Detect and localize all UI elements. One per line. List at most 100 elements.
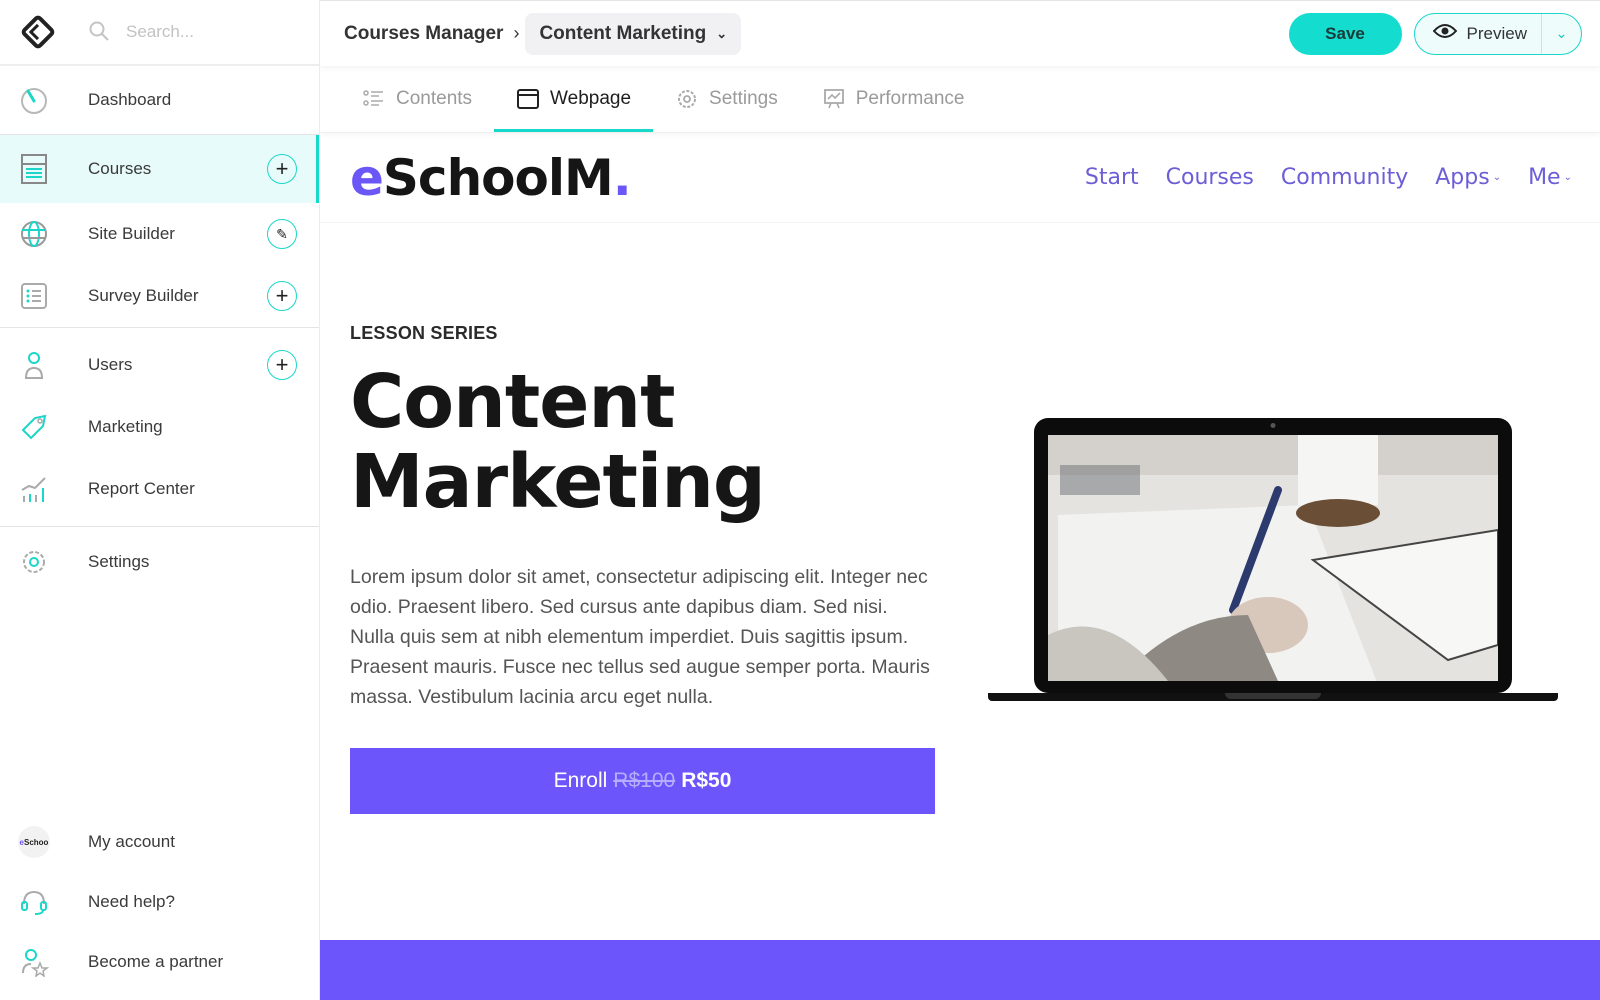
- sidebar-item-label: Users: [88, 355, 133, 374]
- sidebar-item-marketing[interactable]: Marketing: [0, 396, 319, 458]
- sidebar-item-become-partner[interactable]: Become a partner: [0, 932, 319, 992]
- sidebar-item-my-account[interactable]: e Schoo My account: [0, 812, 319, 872]
- headset-icon: [17, 885, 51, 919]
- gear-icon: [675, 87, 699, 111]
- preview-label: Preview: [1466, 23, 1527, 43]
- site-logo-e: e: [350, 148, 384, 207]
- plus-icon: +: [275, 283, 289, 308]
- course-title-line1: Content: [350, 359, 675, 445]
- topbar: Courses Manager › Content Marketing ⌄ Sa…: [320, 0, 1600, 66]
- site-nav-label: Start: [1084, 165, 1139, 190]
- save-button[interactable]: Save: [1288, 12, 1402, 55]
- avatar-wrapper: e Schoo: [17, 825, 51, 859]
- site-nav-me[interactable]: Me ⌄: [1528, 165, 1572, 190]
- sidebar-item-label: Courses: [88, 159, 152, 178]
- users-icon: [17, 348, 51, 382]
- site-nav-community[interactable]: Community: [1281, 165, 1408, 190]
- course-title: Content Marketing: [350, 362, 930, 522]
- partner-icon: [17, 945, 51, 979]
- sidebar-group-settings: Settings: [0, 531, 319, 593]
- chevron-down-icon: ⌄: [1555, 25, 1568, 41]
- tab-label: Performance: [855, 88, 965, 109]
- course-selector-dropdown[interactable]: Content Marketing ⌄: [525, 12, 742, 55]
- course-title-line2: Marketing: [350, 439, 766, 525]
- chevron-down-icon: ⌄: [1563, 172, 1572, 183]
- enroll-button[interactable]: Enroll R$100 R$50: [350, 748, 935, 814]
- plus-icon: +: [275, 156, 289, 181]
- site-nav-start[interactable]: Start: [1085, 165, 1139, 190]
- site-nav-courses[interactable]: Courses: [1166, 165, 1254, 190]
- gear-icon: [17, 545, 51, 579]
- window-icon: [516, 87, 540, 111]
- app-logo-icon[interactable]: [18, 12, 58, 52]
- list-icon: [362, 87, 386, 111]
- site-nav-label: Community: [1280, 165, 1409, 190]
- sidebar-item-site-builder[interactable]: Site Builder ✎: [0, 203, 319, 265]
- preview-button[interactable]: Preview: [1415, 14, 1541, 54]
- avatar: e Schoo: [18, 826, 50, 858]
- sidebar-item-report-center[interactable]: Report Center: [0, 458, 319, 520]
- sidebar-item-settings[interactable]: Settings: [0, 531, 319, 593]
- sidebar-item-survey-builder[interactable]: Survey Builder +: [0, 265, 319, 327]
- preview-button-group: Preview ⌄: [1413, 12, 1582, 55]
- sidebar-group-build: Courses + Site Builder ✎ Survey Builder …: [0, 135, 319, 328]
- sidebar-item-label: Need help?: [88, 892, 175, 911]
- site-nav-label: Me: [1528, 165, 1561, 190]
- site-logo-text: SchoolM: [382, 148, 614, 207]
- sidebar-group-main: Dashboard: [0, 66, 319, 135]
- sidebar-item-need-help[interactable]: Need help?: [0, 872, 319, 932]
- sidebar-item-label: Site Builder: [88, 224, 175, 243]
- footer-band: [320, 940, 1600, 1000]
- sidebar-item-courses[interactable]: Courses +: [0, 135, 319, 203]
- report-icon: [17, 472, 51, 506]
- sidebar-item-label: Dashboard: [88, 90, 172, 109]
- sidebar-item-users[interactable]: Users +: [0, 334, 319, 396]
- sidebar-item-label: Survey Builder: [88, 286, 199, 305]
- pencil-icon: ✎: [276, 226, 288, 242]
- laptop-base: [988, 693, 1558, 701]
- laptop-notch: [1225, 693, 1321, 699]
- preview-options-dropdown[interactable]: ⌄: [1541, 13, 1581, 54]
- tab-performance[interactable]: Performance: [800, 66, 987, 132]
- sidebar-item-label: Report Center: [88, 479, 195, 498]
- search-input[interactable]: [126, 22, 296, 42]
- globe-icon: [17, 217, 51, 251]
- new-price: R$50: [681, 769, 732, 792]
- edit-site-button[interactable]: ✎: [267, 219, 297, 249]
- enroll-label: Enroll: [553, 769, 608, 792]
- add-course-button[interactable]: +: [267, 154, 297, 184]
- presentation-chart-icon: [822, 87, 846, 111]
- webpage-preview: eSchoolM. Start Courses Community Apps ⌄ …: [320, 133, 1600, 1000]
- tab-settings[interactable]: Settings: [653, 66, 800, 132]
- add-user-button[interactable]: +: [267, 350, 297, 380]
- plus-icon: +: [275, 352, 289, 377]
- chevron-down-icon: ⌄: [1492, 172, 1502, 183]
- breadcrumb-current: Content Marketing: [539, 22, 707, 44]
- site-nav-apps[interactable]: Apps ⌄: [1435, 165, 1501, 190]
- sidebar-item-label: Marketing: [88, 417, 163, 436]
- lesson-series-label: LESSON SERIES: [350, 323, 498, 343]
- sidebar: Dashboard Courses + Site Builder ✎ Surve…: [0, 0, 320, 1000]
- tab-contents[interactable]: Contents: [340, 66, 494, 132]
- site-nav-label: Apps: [1435, 165, 1490, 190]
- sidebar-footer: e Schoo My account Need help? Become a pa…: [0, 812, 319, 1000]
- site-logo[interactable]: eSchoolM.: [350, 148, 632, 207]
- site-nav-label: Courses: [1165, 165, 1254, 190]
- laptop-mockup: [988, 418, 1558, 701]
- laptop-screen: [1034, 418, 1512, 693]
- site-logo-dot: .: [612, 148, 632, 207]
- dashboard-icon: [17, 83, 51, 117]
- tab-webpage[interactable]: Webpage: [494, 66, 654, 132]
- tab-bar: Contents Webpage Settings Performance: [320, 66, 1600, 133]
- survey-icon: [17, 279, 51, 313]
- eye-icon: [1432, 23, 1457, 44]
- sidebar-item-dashboard[interactable]: Dashboard: [0, 66, 319, 134]
- camera-dot: [1270, 423, 1276, 428]
- sidebar-item-label: Become a partner: [88, 952, 224, 971]
- sidebar-item-label: My account: [88, 832, 175, 851]
- courses-icon: [17, 152, 51, 186]
- topbar-actions: Save Preview ⌄: [1288, 12, 1582, 55]
- add-survey-button[interactable]: +: [267, 281, 297, 311]
- breadcrumb-separator: ›: [513, 23, 520, 43]
- breadcrumb-root[interactable]: Courses Manager: [344, 23, 503, 45]
